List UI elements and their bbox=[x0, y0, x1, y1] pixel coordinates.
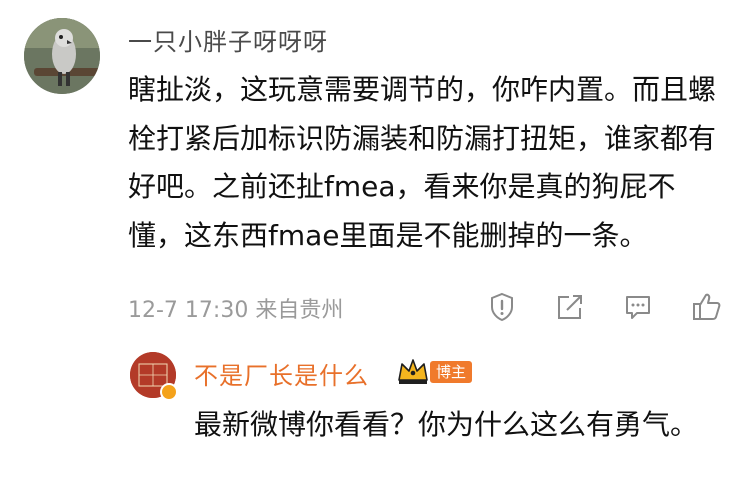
comment-thread: 一只小胖子呀呀呀 瞎扯淡，这玩意需要调节的，你咋内置。而且螺栓打紧后加标识防漏装… bbox=[0, 0, 739, 500]
comment-button[interactable] bbox=[621, 290, 655, 324]
reply-text: 最新微博你看看？你为什么这么有勇气。 bbox=[194, 408, 699, 441]
comment-text: 瞎扯淡，这玩意需要调节的，你咋内置。而且螺栓打紧后加标识防漏装和防漏打扭矩，谁家… bbox=[128, 73, 717, 252]
reply-username[interactable]: 不是厂长是什么 bbox=[194, 356, 369, 391]
like-icon bbox=[693, 293, 721, 320]
user-avatar[interactable] bbox=[24, 18, 100, 94]
parrot-avatar-image bbox=[24, 18, 100, 94]
share-icon bbox=[558, 295, 582, 319]
report-button[interactable] bbox=[485, 290, 519, 324]
author-badge: 博主 bbox=[430, 361, 473, 383]
comment-actions bbox=[0, 290, 739, 324]
share-button[interactable] bbox=[553, 290, 587, 324]
crown-icon bbox=[396, 356, 430, 390]
comment-username[interactable]: 一只小胖子呀呀呀 bbox=[128, 22, 328, 57]
like-button[interactable] bbox=[690, 290, 724, 324]
verified-badge-icon bbox=[160, 383, 178, 401]
report-icon bbox=[491, 292, 513, 322]
comment-icon bbox=[626, 296, 650, 319]
